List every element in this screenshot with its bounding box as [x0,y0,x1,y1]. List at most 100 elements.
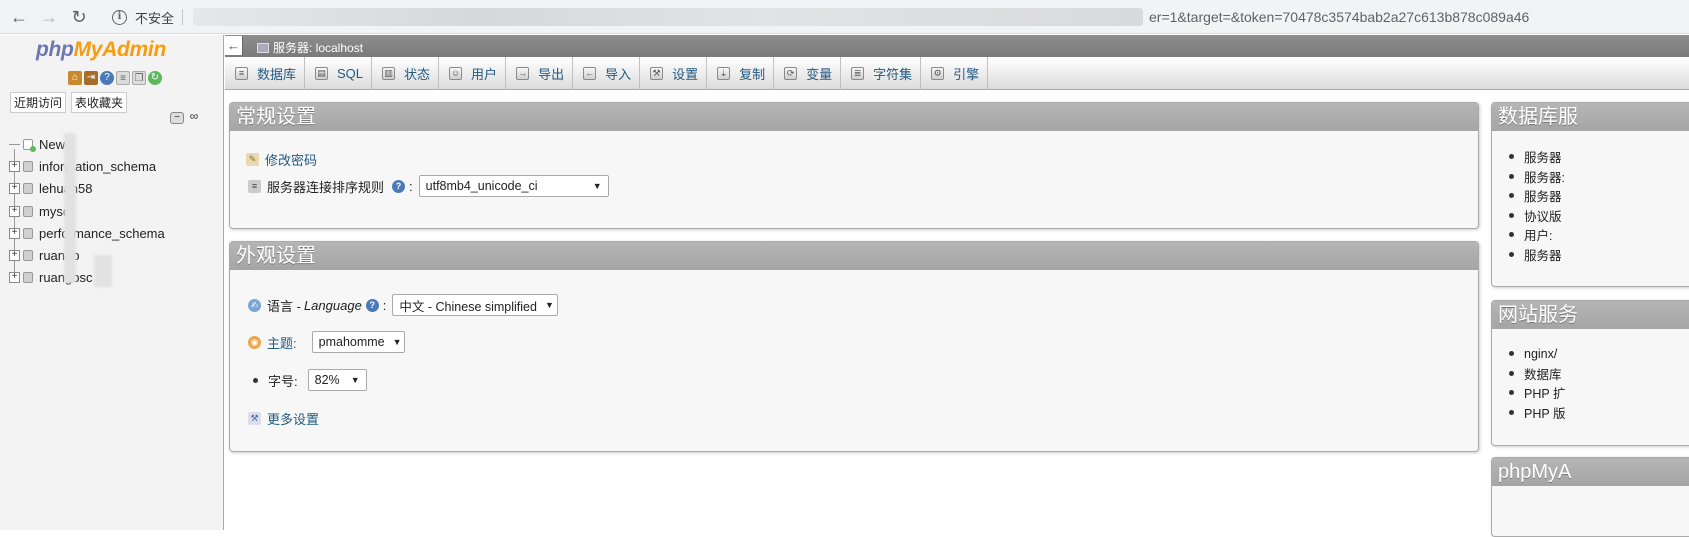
bullet [253,377,258,383]
expand-icon[interactable]: + [9,183,20,195]
forward-arrow-icon: → [40,7,58,27]
import-icon: ← [583,67,597,80]
tree-item-db[interactable]: + mysql [6,200,218,222]
menu-item-settings[interactable]: ⚒ 设置 [640,57,708,90]
tree-item-db[interactable]: + ruangbsc [6,267,218,289]
web-server-info-list: nginx/ 数据库 PHP 扩 PHP 版 [1506,344,1565,422]
redacted-url-region [193,8,1144,26]
reload-button[interactable]: ↻ [68,6,90,28]
database-icon [23,160,33,172]
new-database-icon [23,138,36,152]
server-breadcrumb-bar: ← 服务器: localhost [225,35,1689,57]
expand-icon[interactable]: + [9,160,20,172]
general-settings-panel: 常规设置 ✎ 修改密码 ≡ 服务器连接排序规则 ? : utf8mb4_unic… [229,102,1479,229]
database-icon [23,250,33,262]
export-icon: → [516,67,530,80]
help-icon[interactable]: ? [100,71,114,85]
language-select[interactable]: 中文 - Chinese simplified ▼ [392,294,559,316]
link-icon[interactable]: ∞ [187,110,201,124]
tree-item-new[interactable]: New [6,133,218,155]
collapse-panel-button[interactable]: ← [225,36,243,55]
font-size-select[interactable]: 82% ▼ [307,369,367,391]
database-icon: ≡ [235,67,248,80]
breadcrumb[interactable]: 服务器: localhost [257,39,363,56]
phpmyadmin-logo[interactable]: phpMyAdmin [36,38,166,62]
key-icon: ✎ [246,153,259,166]
expand-icon[interactable]: + [9,227,20,239]
docs-icon[interactable]: ≡ [116,71,130,85]
menu-item-sql[interactable]: ▤ SQL [305,57,373,90]
content-area: 常规设置 ✎ 修改密码 ≡ 服务器连接排序规则 ? : utf8mb4_unic… [225,91,1689,537]
dropdown-arrow-icon: ▼ [392,337,402,347]
list-item: 服务器 [1506,147,1565,167]
copy-icon[interactable]: ❐ [132,71,146,85]
collation-row: ≡ 服务器连接排序规则 ? : utf8mb4_unicode_ci ▼ [248,175,609,197]
tree-item-db[interactable]: + performance_schema [6,222,218,244]
sql-icon: ▤ [315,67,329,80]
menu-item-databases[interactable]: ≡ 数据库 [225,57,306,90]
collation-label: 服务器连接排序规则 [267,179,385,195]
expand-icon[interactable]: + [9,272,20,284]
help-icon[interactable]: ? [392,179,406,193]
theme-label[interactable]: 主题: [267,333,297,352]
tree-item-db[interactable]: + information_schema [6,155,218,177]
list-item: 用户: [1506,225,1565,245]
menu-item-users[interactable]: ☺ 用户 [439,57,507,90]
appearance-settings-panel: 外观设置 ✍ 语言 - Language ? : 中文 - Chinese si… [229,241,1479,452]
phpmyadmin-info-panel: phpMyA [1491,457,1689,537]
list-item: 服务器 [1506,186,1565,206]
db-label: information_schema [39,158,157,174]
list-item: 数据库 [1506,364,1565,384]
logout-icon[interactable]: ⇥ [84,71,98,85]
panel-title: phpMyA [1492,458,1689,486]
menu-item-export[interactable]: → 导出 [506,57,574,90]
tree-item-db[interactable]: + ruangb [6,244,218,266]
menu-item-status[interactable]: ▥ 状态 [372,57,440,90]
expand-icon[interactable]: + [9,205,20,217]
help-icon[interactable]: ? [365,298,379,312]
dropdown-arrow-icon: ▼ [544,300,554,310]
menu-item-replication[interactable]: ⇣ 复制 [707,57,775,90]
status-icon: ▥ [382,67,396,80]
menu-item-import[interactable]: ← 导入 [573,57,641,90]
theme-select[interactable]: pmahomme ▼ [311,331,405,353]
database-tree: New + information_schema + lehuan58 + my… [6,133,218,289]
refresh-icon[interactable]: ↻ [148,71,162,85]
redaction-blur [94,255,112,287]
list-item: PHP 版 [1506,403,1565,423]
replication-icon: ⇣ [717,67,731,80]
address-bar[interactable]: i 不安全 er=1&target=&token=70478c3574bab2a… [108,4,1678,30]
forward-button[interactable]: → [38,6,60,28]
insecure-label: 不安全 [135,10,175,26]
tree-item-db[interactable]: + lehuan58 [6,178,218,200]
home-icon[interactable]: ⌂ [68,71,82,85]
menu-item-variables[interactable]: ⟳ 变量 [774,57,842,90]
reload-icon: ↻ [71,7,87,27]
tab-recent[interactable]: 近期访问 [10,92,67,113]
more-settings-link[interactable]: ⚒ 更多设置 [248,409,319,428]
collation-select[interactable]: utf8mb4_unicode_ci ▼ [418,175,609,197]
menu-item-charsets[interactable]: ≣ 字符集 [841,57,922,90]
collapse-all-icon[interactable]: − [170,112,184,124]
navigation-panel: phpMyAdmin ⌂ ⇥ ? ≡ ❐ ↻ 近期访问 表收藏夹 − ∞ New… [0,35,224,530]
wrench-icon: ⚒ [650,67,664,80]
info-icon[interactable]: i [112,9,127,25]
change-password-link[interactable]: ✎ 修改密码 [246,150,317,169]
divider [182,9,184,25]
db-label: performance_schema [39,225,165,241]
list-item: 服务器 [1506,245,1565,265]
language-icon: ✍ [248,298,261,312]
server-icon [257,42,269,53]
url-text: er=1&target=&token=70478c3574bab2a27c613… [1149,9,1530,25]
variables-icon: ⟳ [784,67,798,80]
database-server-panel: 数据库服 服务器 服务器: 服务器 协议版 用户: 服务器 [1491,102,1689,287]
db-server-info-list: 服务器 服务器: 服务器 协议版 用户: 服务器 [1506,147,1565,264]
tab-favorites[interactable]: 表收藏夹 [71,92,128,113]
menu-item-engines[interactable]: ⚙ 引擎 [921,57,989,90]
charset-icon: ≣ [851,67,865,80]
quick-links: ⌂ ⇥ ? ≡ ❐ ↻ [68,71,162,85]
expand-icon[interactable]: + [9,250,20,262]
engine-icon: ⚙ [931,67,945,80]
back-button[interactable]: ← [8,6,30,28]
language-row: ✍ 语言 - Language ? : 中文 - Chinese simplif… [248,294,559,316]
